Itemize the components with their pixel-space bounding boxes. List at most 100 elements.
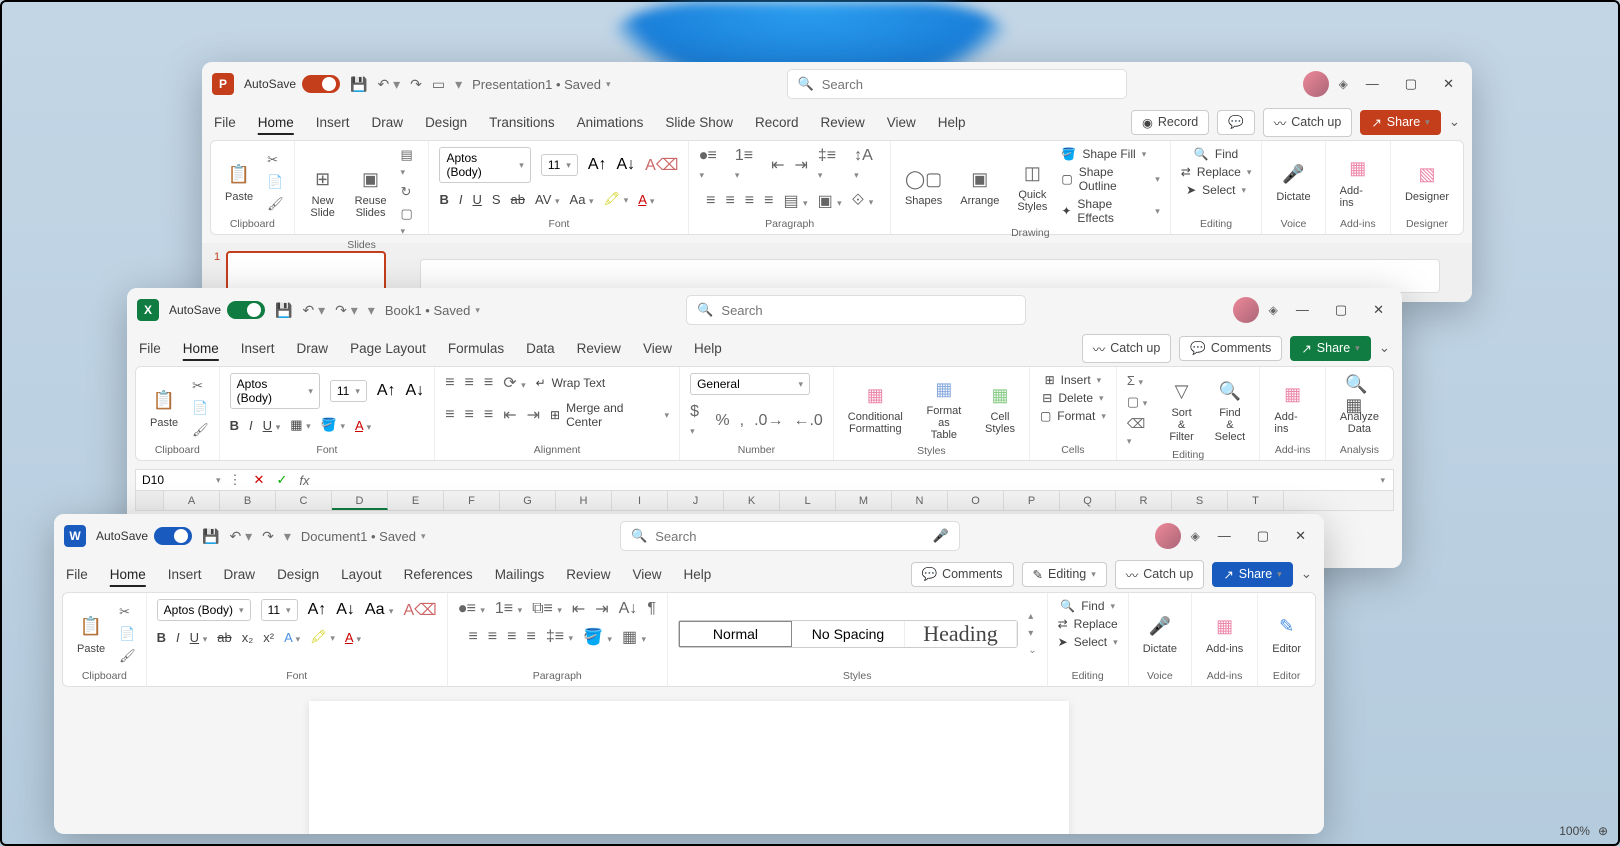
align-right-button[interactable]: ≡ <box>507 628 516 646</box>
change-case-icon[interactable]: Aa ▾ <box>365 601 394 619</box>
reuse-slides-button[interactable]: ▣Reuse Slides <box>351 163 391 221</box>
tab-insert[interactable]: Insert <box>316 115 350 130</box>
dec-decimal-button[interactable]: ←.0 <box>793 412 822 430</box>
section-icon[interactable]: ▢ ▾ <box>400 206 418 237</box>
styles-up-icon[interactable]: ▴ <box>1028 611 1036 622</box>
decrease-font-icon[interactable]: A↓ <box>406 382 425 400</box>
editor-button[interactable]: ✎Editor <box>1268 611 1305 657</box>
font-size-combo[interactable]: 11 ▾ <box>261 599 298 621</box>
align-text-button[interactable]: ▣ ▾ <box>818 191 842 211</box>
select-button[interactable]: ➤ Select ▾ <box>1186 183 1246 197</box>
maximize-button[interactable]: ▢ <box>1405 76 1417 92</box>
shapes-button[interactable]: ◯▢Shapes <box>901 163 946 209</box>
style-heading[interactable]: Heading <box>905 621 1017 647</box>
comments-button[interactable]: 💬 <box>1217 110 1255 135</box>
format-painter-icon[interactable]: 🖌 <box>192 422 209 438</box>
reset-icon[interactable]: ↻ <box>400 184 418 200</box>
paste-button[interactable]: 📋Paste <box>221 159 257 205</box>
col-R[interactable]: R <box>1116 491 1172 510</box>
tab-help[interactable]: Help <box>684 567 712 582</box>
tab-mailings[interactable]: Mailings <box>495 567 545 582</box>
wrap-text-button[interactable]: ↵ Wrap Text <box>536 376 606 390</box>
name-box[interactable] <box>136 471 216 489</box>
col-C[interactable]: C <box>276 491 332 510</box>
justify-button[interactable]: ≡ <box>764 192 773 210</box>
new-slide-button[interactable]: ⊞New Slide <box>305 163 341 221</box>
format-table-button[interactable]: ▦Format as Table <box>917 373 971 443</box>
align-right-button[interactable]: ≡ <box>484 406 493 424</box>
col-M[interactable]: M <box>836 491 892 510</box>
autosave-toggle[interactable]: AutoSave <box>96 527 192 545</box>
document-title[interactable]: Book1 • Saved ▾ <box>385 303 480 318</box>
underline-button[interactable]: U ▾ <box>263 418 281 433</box>
avatar[interactable] <box>1303 71 1329 97</box>
align-left-button[interactable]: ≡ <box>445 406 454 424</box>
from-beginning-icon[interactable]: ▭ <box>432 76 445 93</box>
font-name-combo[interactable]: Aptos (Body) ▾ <box>230 373 320 409</box>
quick-styles-button[interactable]: ◫Quick Styles <box>1013 157 1051 215</box>
qat-more-icon[interactable]: ▾ <box>368 302 375 319</box>
document-page[interactable] <box>309 701 1069 834</box>
tab-animations[interactable]: Animations <box>577 115 644 130</box>
col-H[interactable]: H <box>556 491 612 510</box>
col-J[interactable]: J <box>668 491 724 510</box>
insert-cells-button[interactable]: ⊞ Insert ▾ <box>1045 373 1102 387</box>
align-top-button[interactable]: ≡ <box>445 374 454 392</box>
fill-color-button[interactable]: 🪣 ▾ <box>321 417 345 433</box>
tab-home[interactable]: Home <box>183 341 219 356</box>
tab-help[interactable]: Help <box>694 341 722 356</box>
delete-cells-button[interactable]: ⊟ Delete ▾ <box>1042 391 1103 405</box>
align-right-button[interactable]: ≡ <box>745 192 754 210</box>
clear-format-icon[interactable]: A⌫ <box>645 155 678 175</box>
borders-button[interactable]: ▦ ▾ <box>290 417 310 433</box>
underline-button[interactable]: U <box>472 192 481 207</box>
align-center-button[interactable]: ≡ <box>488 628 497 646</box>
decrease-font-icon[interactable]: A↓ <box>616 156 635 174</box>
col-S[interactable]: S <box>1172 491 1228 510</box>
search-box[interactable]: 🔍 <box>686 295 1026 325</box>
tab-file[interactable]: File <box>139 341 161 356</box>
align-center-button[interactable]: ≡ <box>465 406 474 424</box>
merge-button[interactable]: ⊞ Merge and Center ▾ <box>550 401 669 429</box>
shape-effects-button[interactable]: ✦ Shape Effects ▾ <box>1061 197 1159 225</box>
save-icon[interactable]: 💾 <box>275 302 292 319</box>
minimize-button[interactable]: — <box>1218 528 1231 544</box>
catchup-button[interactable]: 〰 Catch up <box>1115 560 1205 589</box>
orientation-button[interactable]: ⟳ ▾ <box>503 373 525 393</box>
bold-button[interactable]: B <box>230 418 239 433</box>
subscript-button[interactable]: x₂ <box>242 630 254 645</box>
addins-button[interactable]: ▦Add-ins <box>1202 611 1247 657</box>
line-spacing-button[interactable]: ‡≡ ▾ <box>546 628 573 646</box>
sort-button[interactable]: A↓ <box>619 600 638 618</box>
smartart-button[interactable]: ⟐ ▾ <box>852 192 874 210</box>
tab-pagelayout[interactable]: Page Layout <box>350 341 426 356</box>
inc-decimal-button[interactable]: .0→ <box>754 412 783 430</box>
paste-button[interactable]: 📋Paste <box>146 385 182 431</box>
align-left-button[interactable]: ≡ <box>706 192 715 210</box>
expand-fbar-icon[interactable]: ▾ <box>1380 475 1393 486</box>
cell-styles-button[interactable]: ▦Cell Styles <box>981 379 1019 437</box>
maximize-button[interactable]: ▢ <box>1257 528 1269 544</box>
italic-button[interactable]: I <box>249 418 253 433</box>
cut-icon[interactable]: ✂ <box>192 378 209 394</box>
increase-font-icon[interactable]: A↑ <box>308 601 327 619</box>
font-color-button[interactable]: A ▾ <box>345 630 361 645</box>
font-color-button[interactable]: A ▾ <box>638 192 654 207</box>
tab-insert[interactable]: Insert <box>168 567 202 582</box>
redo-icon[interactable]: ↷ <box>262 528 274 545</box>
format-painter-icon[interactable]: 🖌 <box>267 196 284 212</box>
highlight-button[interactable]: 🖍 ▾ <box>604 191 629 207</box>
cancel-icon[interactable]: ✕ <box>254 472 265 488</box>
copy-icon[interactable]: 📄 <box>267 174 284 190</box>
columns-button[interactable]: ▤ ▾ <box>783 191 807 211</box>
show-marks-button[interactable]: ¶ <box>647 600 656 618</box>
col-G[interactable]: G <box>500 491 556 510</box>
line-spacing-button[interactable]: ‡≡ ▾ <box>818 147 844 183</box>
numbering-button[interactable]: 1≡ ▾ <box>735 147 761 183</box>
style-normal[interactable]: Normal <box>679 621 792 647</box>
document-title[interactable]: Presentation1 • Saved ▾ <box>472 77 610 92</box>
minimize-button[interactable]: — <box>1296 302 1309 318</box>
shading-button[interactable]: 🪣 ▾ <box>583 627 612 647</box>
copy-icon[interactable]: 📄 <box>192 400 209 416</box>
align-left-button[interactable]: ≡ <box>468 628 477 646</box>
